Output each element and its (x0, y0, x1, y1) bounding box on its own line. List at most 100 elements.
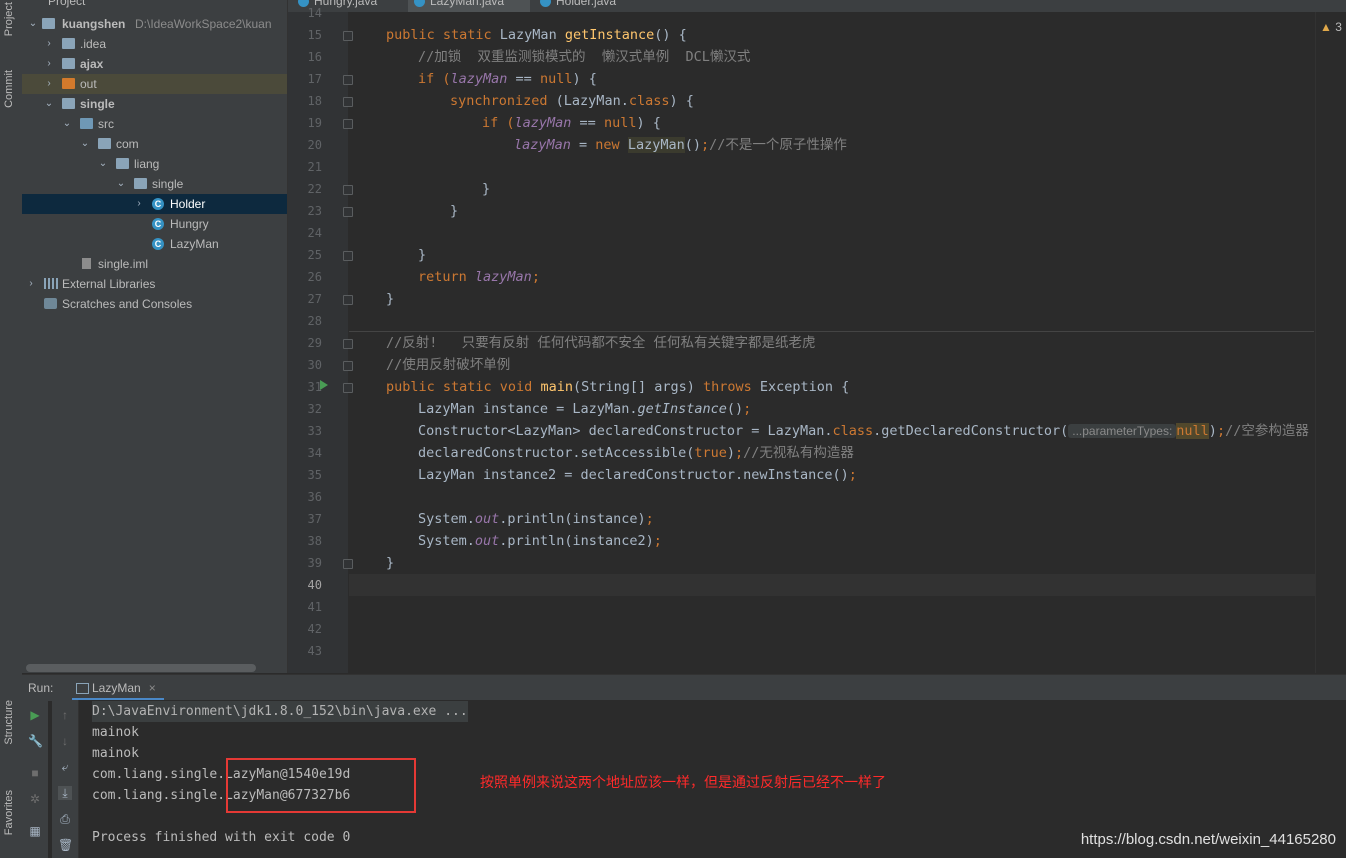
fold-marker-icon[interactable] (343, 97, 353, 107)
tree-item-liang[interactable]: ⌄ liang (22, 154, 287, 174)
tree-item-com[interactable]: ⌄ com (22, 134, 287, 154)
code-line-22: } (482, 181, 491, 197)
console-icon (76, 683, 89, 694)
fold-marker-icon[interactable] (343, 31, 353, 41)
chevron-down-icon[interactable]: ⌄ (44, 94, 54, 114)
code-line-17: if (lazyMan == null) { (418, 71, 597, 87)
line-number: 29 (307, 336, 322, 350)
folder-icon (62, 98, 75, 109)
tree-item-scratches[interactable]: Scratches and Consoles (22, 294, 287, 314)
code-line-26: return lazyMan; (418, 269, 540, 285)
code-line-35: LazyMan instance2 = declaredConstructor.… (418, 467, 857, 483)
arrow-down-icon[interactable]: ↓ (58, 734, 72, 748)
fold-marker-icon[interactable] (343, 75, 353, 85)
chevron-right-icon[interactable]: › (26, 274, 36, 294)
chevron-down-icon[interactable]: ⌄ (62, 114, 72, 134)
line-number: 30 (307, 358, 322, 372)
line-number: 19 (307, 116, 322, 130)
print-icon[interactable]: ⎙ (58, 812, 72, 826)
highlight-box (226, 758, 416, 813)
tree-item-src[interactable]: ⌄ src (22, 114, 287, 134)
fold-marker-icon[interactable] (343, 119, 353, 129)
chevron-right-icon[interactable]: › (44, 54, 54, 74)
parameter-hint: ...parameterTypes: (1068, 424, 1177, 438)
tree-item-external-libraries[interactable]: › External Libraries (22, 274, 287, 294)
tree-item-out[interactable]: › out (22, 74, 287, 94)
project-tool-button[interactable]: Project (3, 2, 15, 36)
fold-marker-icon[interactable] (343, 339, 353, 349)
stop-icon[interactable]: ■ (28, 766, 42, 780)
fold-marker-icon[interactable] (343, 295, 353, 305)
fold-marker-icon[interactable] (343, 251, 353, 261)
warning-icon: ▲ (1320, 20, 1332, 34)
tree-item-lazyman[interactable]: C LazyMan (22, 234, 287, 254)
chevron-right-icon[interactable]: › (44, 34, 54, 54)
console-line: mainok (92, 725, 139, 740)
run-label: Run: (28, 681, 54, 695)
line-number: 37 (307, 512, 322, 526)
chevron-down-icon[interactable]: ⌄ (98, 154, 108, 174)
favorites-tool-button[interactable]: Favorites (3, 790, 15, 835)
line-number: 23 (307, 204, 322, 218)
folder-blue-icon (80, 118, 93, 129)
folder-icon (42, 18, 55, 29)
fold-marker-icon[interactable] (343, 207, 353, 217)
chevron-down-icon[interactable]: ⌄ (80, 134, 90, 154)
code-line-20: lazyMan = new LazyMan();//不是一个原子性操作 (514, 137, 847, 153)
debug-icon[interactable]: ✲ (28, 792, 42, 806)
scratches-icon (44, 298, 57, 309)
code-line-29: //反射! 只要有反射 任何代码都不安全 任何私有关键字都是纸老虎 (386, 335, 816, 351)
trash-icon[interactable]: 🗑 (58, 838, 73, 852)
tree-item-ajax[interactable]: › ajax (22, 54, 287, 74)
fold-marker-icon[interactable] (343, 383, 353, 393)
folder-icon (116, 158, 129, 169)
line-number: 28 (307, 314, 322, 328)
project-panel-header: Project (22, 0, 287, 8)
chevron-down-icon[interactable]: ⌄ (28, 14, 38, 34)
scroll-to-end-icon[interactable]: ⤓ (58, 786, 72, 800)
tab-holder-java[interactable]: Holder.java (534, 0, 652, 12)
inspection-widget[interactable]: ▲ 3 (1320, 20, 1342, 34)
code-line-18: synchronized (LazyMan.class) { (450, 93, 694, 109)
folder-icon (62, 38, 75, 49)
folder-orange-icon (62, 78, 75, 89)
line-number: 40 (307, 578, 322, 592)
structure-tool-button[interactable]: Structure (3, 700, 15, 745)
class-icon (414, 0, 425, 7)
rerun-icon[interactable]: ▶ (28, 708, 42, 722)
run-tab-lazyman[interactable]: LazyMan × (72, 675, 164, 701)
tree-item-single-iml[interactable]: single.iml (22, 254, 287, 274)
tree-item-single-module[interactable]: ⌄ single (22, 94, 287, 114)
horizontal-scrollbar[interactable] (26, 664, 256, 672)
annotation-text: 按照单例来说这两个地址应该一样，但是通过反射后已经不一样了 (480, 774, 886, 790)
soft-wrap-icon[interactable]: ⤶ (58, 760, 72, 774)
chevron-right-icon[interactable]: › (134, 194, 144, 214)
class-icon: C (152, 218, 164, 230)
tree-item-hungry[interactable]: C Hungry (22, 214, 287, 234)
line-number: 32 (307, 402, 322, 416)
layout-icon[interactable]: ▦ (28, 824, 42, 838)
chevron-right-icon[interactable]: › (44, 74, 54, 94)
run-main-icon[interactable] (320, 380, 328, 390)
tree-item-holder[interactable]: › C Holder (22, 194, 287, 214)
code-line-27: } (386, 291, 395, 307)
tree-item-single-package[interactable]: ⌄ single (22, 174, 287, 194)
code-line-37: System.out.println(instance); (418, 511, 654, 527)
line-number: 20 (307, 138, 322, 152)
line-number: 31 (307, 380, 322, 394)
chevron-down-icon[interactable]: ⌄ (116, 174, 126, 194)
line-number: 17 (307, 72, 322, 86)
tree-item-kuangshen[interactable]: ⌄ kuangshen D:\IdeaWorkSpace2\kuan (22, 14, 287, 34)
fold-marker-icon[interactable] (343, 559, 353, 569)
close-icon[interactable]: × (149, 681, 156, 695)
run-toolbar-secondary: ↑ ↓ ⤶ ⤓ ⎙ 🗑 (52, 700, 79, 858)
tree-item-idea[interactable]: › .idea (22, 34, 287, 54)
project-panel-title: Project (48, 0, 86, 8)
code-line-25: } (418, 247, 427, 263)
wrench-icon[interactable]: 🔧 (28, 734, 43, 748)
fold-marker-icon[interactable] (343, 185, 353, 195)
fold-marker-icon[interactable] (343, 361, 353, 371)
line-number: 15 (307, 28, 322, 42)
arrow-up-icon[interactable]: ↑ (58, 708, 72, 722)
commit-tool-button[interactable]: Commit (3, 70, 15, 108)
